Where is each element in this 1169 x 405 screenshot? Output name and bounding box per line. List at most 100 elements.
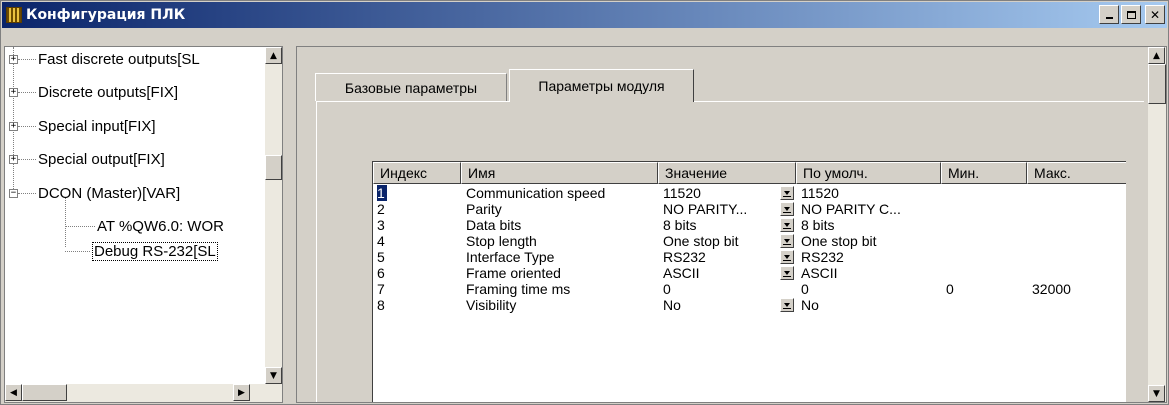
dropdown-arrow-icon[interactable] (780, 186, 794, 200)
default-cell: NO PARITY C... (801, 201, 901, 217)
min-cell (941, 201, 1027, 217)
index-cell[interactable]: 4 (373, 233, 461, 249)
table-row[interactable]: 2 Parity NO PARITY... NO PARITY C... (373, 201, 1126, 217)
plc-config-window: Конфигурация ПЛК ✕ + Fast discrete outpu… (0, 0, 1169, 405)
index-cell[interactable]: 8 (373, 297, 461, 313)
tab-base-parameters[interactable]: Базовые параметры (315, 73, 507, 101)
max-cell (1027, 217, 1126, 233)
table-row[interactable]: 6 Frame oriented ASCII ASCII (373, 265, 1126, 281)
maximize-icon (1126, 10, 1136, 19)
minimize-icon (1105, 17, 1113, 19)
column-header-value[interactable]: Значение (658, 162, 796, 184)
min-cell (941, 249, 1027, 265)
table-row[interactable]: 1 Communication speed 11520 11520 (373, 185, 1126, 201)
table-row[interactable]: 8 Visibility No No (373, 297, 1126, 313)
default-cell: ASCII (801, 265, 838, 281)
column-header-name[interactable]: Имя (461, 162, 658, 184)
dropdown-arrow-icon[interactable] (780, 266, 794, 280)
parameters-vertical-scrollbar[interactable]: ▲ ▼ (1148, 47, 1166, 402)
name-cell: Data bits (466, 217, 522, 233)
scroll-down-button[interactable]: ▼ (265, 367, 282, 384)
scroll-thumb[interactable] (1148, 64, 1166, 104)
max-cell (1027, 249, 1126, 265)
parameters-grid[interactable]: Индекс Имя Значение По умолч. Мин. Макс.… (372, 161, 1126, 402)
column-header-index[interactable]: Индекс (373, 162, 461, 184)
minimize-button[interactable] (1099, 5, 1119, 24)
index-cell[interactable]: 3 (373, 217, 461, 233)
scroll-up-button[interactable]: ▲ (265, 47, 282, 64)
scroll-right-button[interactable]: ▶ (233, 384, 250, 401)
tree-item-debug-rs232[interactable]: Debug RS-232[SL (65, 239, 218, 263)
title-bar[interactable]: Конфигурация ПЛК ✕ (2, 2, 1167, 28)
tree-item-label: Fast discrete outputs[SL (38, 50, 200, 68)
grid-header: Индекс Имя Значение По умолч. Мин. Макс. (373, 162, 1126, 184)
close-button[interactable]: ✕ (1145, 5, 1165, 24)
dropdown-arrow-icon[interactable] (780, 218, 794, 232)
collapse-icon[interactable]: − (9, 188, 18, 198)
scroll-down-button[interactable]: ▼ (1148, 385, 1165, 402)
value-cell[interactable]: NO PARITY... (658, 201, 796, 217)
tree-item-dcon-master[interactable]: − DCON (Master)[VAR] (9, 181, 180, 205)
arrow-down-icon: ▼ (270, 370, 277, 381)
scroll-thumb[interactable] (265, 155, 282, 180)
name-cell: Parity (466, 201, 502, 217)
scroll-thumb[interactable] (22, 384, 67, 401)
tree-connector (18, 91, 36, 93)
table-row[interactable]: 5 Interface Type RS232 RS232 (373, 249, 1126, 265)
table-row[interactable]: 4 Stop length One stop bit One stop bit (373, 233, 1126, 249)
max-cell: 32000 (1032, 281, 1071, 297)
tree-item-at-qw6[interactable]: AT %QW6.0: WOR (65, 214, 224, 238)
dropdown-arrow-icon[interactable] (780, 298, 794, 312)
scroll-up-button[interactable]: ▲ (1148, 47, 1165, 64)
column-header-max[interactable]: Макс. (1027, 162, 1126, 184)
dropdown-arrow-icon[interactable] (780, 202, 794, 216)
index-cell[interactable]: 2 (373, 201, 461, 217)
expand-icon[interactable]: + (9, 87, 18, 97)
pane-splitter[interactable] (285, 46, 295, 403)
tab-module-parameters[interactable]: Параметры модуля (509, 69, 694, 102)
tree-item-label: Special output[FIX] (38, 150, 165, 168)
tree-item-discrete-outputs[interactable]: + Discrete outputs[FIX] (9, 80, 178, 104)
max-cell (1027, 201, 1126, 217)
scroll-left-button[interactable]: ◀ (5, 384, 22, 401)
table-row[interactable]: 3 Data bits 8 bits 8 bits (373, 217, 1126, 233)
tab-label: Параметры модуля (538, 78, 665, 94)
index-cell[interactable]: 7 (373, 281, 461, 297)
name-cell: Interface Type (466, 249, 555, 265)
column-header-default[interactable]: По умолч. (796, 162, 941, 184)
value-cell[interactable]: One stop bit (658, 233, 796, 249)
value-cell[interactable]: 11520 (658, 185, 796, 201)
tree-item-special-output[interactable]: + Special output[FIX] (9, 147, 165, 171)
tree-vertical-scrollbar[interactable]: ▲ ▼ (265, 47, 282, 384)
value-cell[interactable]: 8 bits (658, 217, 796, 233)
dropdown-arrow-icon[interactable] (780, 250, 794, 264)
expand-icon[interactable]: + (9, 154, 18, 164)
tree-horizontal-scrollbar[interactable]: ◀ ▶ (5, 384, 282, 402)
value-cell[interactable]: No (658, 297, 796, 313)
default-cell: No (801, 297, 819, 313)
index-cell[interactable]: 5 (373, 249, 461, 265)
maximize-button[interactable] (1121, 5, 1141, 24)
default-cell: 11520 (801, 185, 839, 201)
value-cell[interactable]: RS232 (658, 249, 796, 265)
window-controls: ✕ (1099, 5, 1165, 24)
tree-item-label: DCON (Master)[VAR] (38, 184, 181, 202)
default-cell: One stop bit (801, 233, 877, 249)
tree-item-fast-discrete-outputs[interactable]: + Fast discrete outputs[SL (9, 47, 200, 71)
tree-item-special-input[interactable]: + Special input[FIX] (9, 114, 156, 138)
value-cell[interactable]: ASCII (658, 265, 796, 281)
max-cell (1027, 185, 1126, 201)
index-cell[interactable]: 6 (373, 265, 461, 281)
dropdown-arrow-icon[interactable] (780, 234, 794, 248)
min-cell (941, 217, 1027, 233)
table-row[interactable]: 7 Framing time ms 0 0 0 32000 (373, 281, 1126, 297)
expand-icon[interactable]: + (9, 54, 18, 64)
index-cell[interactable]: 1 (373, 185, 461, 201)
default-cell: RS232 (801, 249, 844, 265)
max-cell (1027, 233, 1126, 249)
value-cell[interactable]: 0 (658, 281, 796, 297)
column-header-min[interactable]: Мин. (941, 162, 1027, 184)
expand-icon[interactable]: + (9, 121, 18, 131)
tree-connector (65, 250, 90, 252)
tree-item-label: AT %QW6.0: WOR (97, 217, 224, 235)
